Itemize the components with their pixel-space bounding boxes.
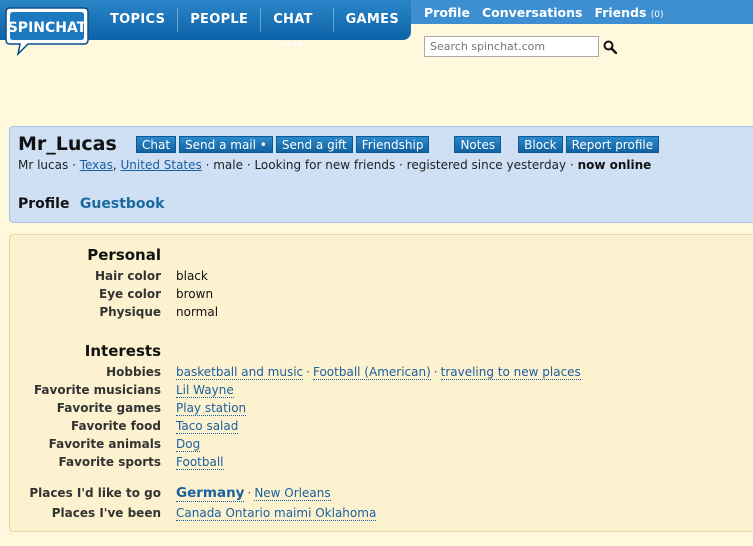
eye-color-value: brown	[176, 287, 214, 301]
nav-topics[interactable]: TOPICS	[98, 8, 179, 32]
profile-actions: Chat Send a mail • Send a gift Friendshi…	[136, 136, 662, 153]
chat-button[interactable]: Chat	[136, 136, 177, 153]
hair-color-value: black	[176, 269, 208, 283]
row-hobbies: Hobbies basketball and music · Football (A…	[10, 363, 581, 381]
state-link[interactable]: Texas	[80, 158, 113, 172]
places-been-label: Places I've been	[51, 506, 161, 520]
nav-chat[interactable]: CHAT →•←	[261, 8, 334, 50]
block-button[interactable]: Block	[518, 136, 563, 153]
row-sports: Favorite sports Football	[10, 453, 224, 471]
row-places-been: Places I've been Canada Ontario maimi Ok…	[10, 504, 377, 522]
friends-count: (0)	[650, 9, 664, 20]
profile-username: Mr_Lucas	[18, 133, 117, 155]
profile-summary: Mr lucas · Texas, United States · male ·…	[18, 158, 652, 172]
hobbies-value: basketball and music · Football (American)…	[176, 365, 581, 380]
search-icon[interactable]	[603, 40, 617, 54]
send-mail-button[interactable]: Send a mail •	[179, 136, 273, 153]
spinchat-logo[interactable]: SPINCHAT	[4, 4, 90, 56]
profile-details: Personal Hair color black Eye color brow…	[9, 234, 753, 532]
games-label: Favorite games	[56, 401, 161, 415]
musicians-label: Favorite musicians	[33, 383, 161, 397]
animals-label: Favorite animals	[48, 437, 161, 451]
tab-profile[interactable]: Profile	[18, 196, 69, 212]
arrows-icon: →•←	[281, 37, 308, 50]
nav-friends-label: Friends	[594, 4, 647, 20]
row-games: Favorite games Play station	[10, 399, 247, 417]
search-input[interactable]	[424, 36, 599, 57]
game-link[interactable]: Play station	[176, 401, 247, 416]
nav-games[interactable]: GAMES	[334, 8, 411, 32]
physique-value: normal	[176, 305, 219, 319]
profile-header: Mr_Lucas Chat Send a mail • Send a gift …	[9, 126, 753, 223]
user-nav: Profile Conversations Friends (0)	[411, 0, 753, 24]
country-link[interactable]: United States	[121, 158, 202, 172]
hobby-link[interactable]: basketball and music	[176, 365, 304, 380]
nav-profile[interactable]: Profile	[424, 5, 470, 20]
sport-link[interactable]: Football	[176, 455, 224, 470]
hair-color-label: Hair color	[95, 269, 161, 283]
place-link[interactable]: Germany	[176, 485, 245, 502]
places-like-label: Places I'd like to go	[29, 486, 161, 500]
display-name: Mr lucas	[18, 158, 69, 172]
send-gift-button[interactable]: Send a gift	[275, 136, 353, 153]
nav-conversations[interactable]: Conversations	[482, 5, 583, 20]
row-hair-color: Hair color black	[10, 267, 208, 285]
online-status: now online	[577, 158, 652, 172]
profile-tabs: Profile Guestbook	[18, 196, 164, 212]
hobby-link[interactable]: Football (American)	[312, 365, 431, 380]
row-physique: Physique normal	[10, 303, 218, 321]
friendship-button[interactable]: Friendship	[355, 136, 430, 153]
section-personal-title: Personal	[87, 246, 161, 264]
row-musicians: Favorite musicians Lil Wayne	[10, 381, 234, 399]
section-interests-title: Interests	[84, 342, 161, 360]
sports-label: Favorite sports	[58, 455, 161, 469]
food-label: Favorite food	[70, 419, 161, 433]
gender: male	[213, 158, 243, 172]
physique-label: Physique	[99, 305, 161, 319]
food-link[interactable]: Taco salad	[176, 419, 239, 434]
eye-color-label: Eye color	[99, 287, 161, 301]
place-link[interactable]: New Orleans	[254, 486, 331, 501]
main-nav-bar: SPINCHAT TOPICS PEOPLE CHAT →•← GAMES	[0, 0, 411, 56]
musician-link[interactable]: Lil Wayne	[176, 383, 234, 398]
main-nav: TOPICS PEOPLE CHAT →•← GAMES	[98, 0, 411, 50]
registered-since: registered since yesterday	[406, 158, 567, 172]
report-profile-button[interactable]: Report profile	[565, 136, 660, 153]
hobby-link[interactable]: traveling to new places	[440, 365, 581, 380]
notes-button[interactable]: Notes	[454, 136, 502, 153]
row-animals: Favorite animals Dog	[10, 435, 201, 453]
animal-link[interactable]: Dog	[176, 437, 201, 452]
place-link[interactable]: Canada Ontario maimi Oklahoma	[176, 506, 377, 521]
tab-guestbook[interactable]: Guestbook	[80, 196, 165, 212]
nav-chat-label: CHAT	[273, 12, 313, 27]
looking-for: Looking for new friends	[254, 158, 396, 172]
row-food: Favorite food Taco salad	[10, 417, 239, 435]
hobbies-label: Hobbies	[106, 365, 161, 379]
nav-friends[interactable]: Friends (0)	[594, 5, 663, 20]
top-bar: SPINCHAT TOPICS PEOPLE CHAT →•← GAMES Pro…	[0, 0, 753, 66]
nav-people[interactable]: PEOPLE	[178, 8, 262, 32]
svg-text:SPINCHAT: SPINCHAT	[8, 20, 87, 36]
row-eye-color: Eye color brown	[10, 285, 213, 303]
row-places-like: Places I'd like to go Germany · New Orlean…	[10, 484, 331, 502]
